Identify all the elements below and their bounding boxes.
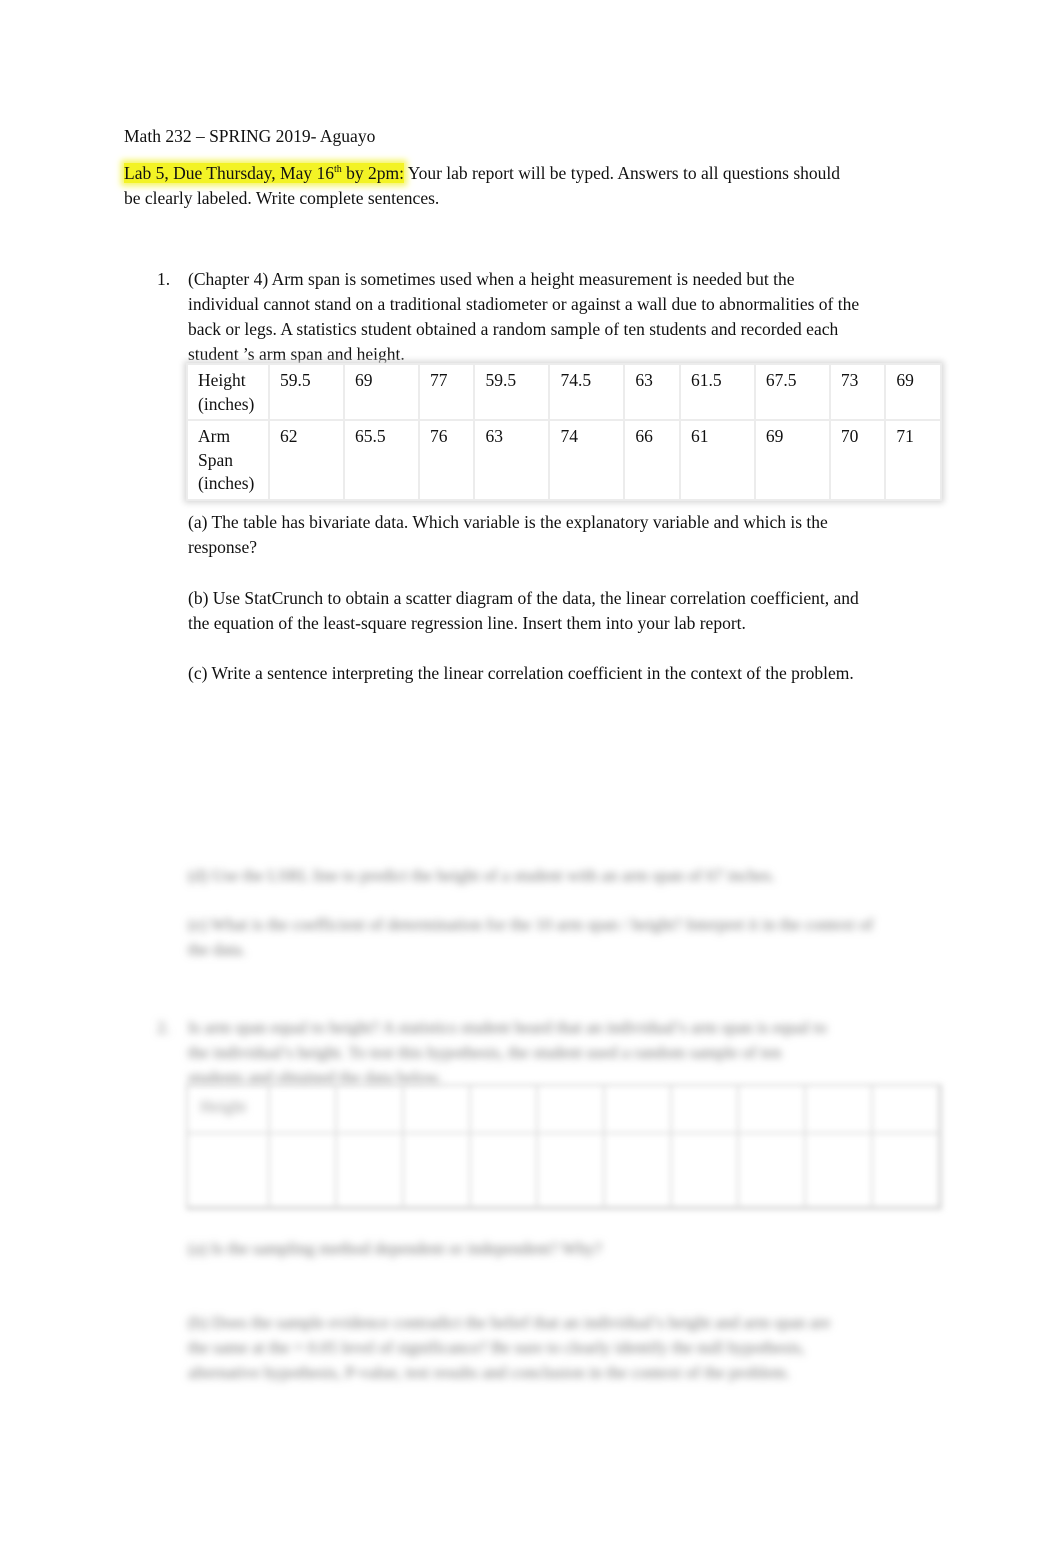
blurred-cell	[873, 1086, 940, 1134]
due-time-text: by 2pm:	[341, 163, 404, 183]
blurred-cell	[806, 1134, 873, 1208]
label-line: Arm	[198, 426, 231, 446]
course-header: Math 232 – SPRING 2019- Aguayo	[124, 126, 376, 146]
question-1b: (b) Use StatCrunch to obtain a scatter d…	[188, 586, 933, 636]
blurred-cell	[404, 1086, 471, 1134]
label-line: Height	[198, 370, 246, 390]
question-1c: (c) Write a sentence interpreting the li…	[188, 661, 933, 686]
blurred-cell	[672, 1086, 739, 1134]
table-cell: 63	[473, 419, 551, 501]
blurred-cell	[270, 1134, 337, 1208]
instructions-text: Your lab report will be typed. Answers t…	[403, 163, 840, 183]
blurred-cell	[739, 1086, 806, 1134]
table-cell: 70	[828, 419, 887, 501]
blurred-line: alternative hypothesis, P-value, test re…	[188, 1363, 790, 1382]
table-cell: 61.5	[678, 363, 756, 421]
blurred-question-1d: (d) Use the LSRL line to predict the hei…	[188, 866, 776, 885]
blurred-line: the same at the = 0.05 level of signific…	[188, 1338, 805, 1357]
instructions-text-2: be clearly labeled. Write complete sente…	[124, 188, 440, 208]
blurred-question-2: Is arm span equal to height? A statistic…	[188, 1015, 827, 1090]
row-label-arm-span: Arm Span (inches)	[186, 419, 270, 501]
blurred-line: Is arm span equal to height? A statistic…	[188, 1018, 827, 1037]
blurred-cell	[538, 1086, 605, 1134]
blurred-question-number: 2.	[157, 1018, 170, 1037]
table-cell: 71	[884, 419, 942, 501]
arm-span-height-table: Height (inches) 59.5 69 77 59.5 74.5 63 …	[186, 363, 942, 501]
label-line: (inches)	[198, 473, 255, 493]
blurred-line: the individual’s height. To test this hy…	[188, 1043, 782, 1062]
prompt-line: back or legs. A statistics student obtai…	[188, 319, 839, 339]
row-label-height: Height (inches)	[186, 363, 270, 421]
blurred-cell	[873, 1134, 940, 1208]
table-cell: 59.5	[473, 363, 551, 421]
table-cell: 63	[623, 363, 681, 421]
table-cell: 61	[678, 419, 756, 501]
table-cell: 66	[623, 419, 681, 501]
table-cell: 74	[548, 419, 626, 501]
blurred-question-2a: (a) Is the sampling method dependent or …	[188, 1239, 603, 1258]
label-line: Span	[198, 449, 233, 470]
blurred-cell	[337, 1086, 404, 1134]
part-line: (c) Write a sentence interpreting the li…	[188, 663, 854, 683]
blurred-cell	[471, 1086, 538, 1134]
table-cell: 73	[828, 363, 887, 421]
ordinal-suffix: th	[333, 164, 342, 175]
table-cell: 74.5	[548, 363, 626, 421]
question-1-prompt: (Chapter 4) Arm span is sometimes used w…	[188, 267, 928, 367]
prompt-line: individual cannot stand on a traditional…	[188, 294, 860, 314]
blurred-cell	[471, 1134, 538, 1208]
blurred-question-2b: (b) Does the sample evidence contradict …	[188, 1310, 830, 1385]
blurred-cell	[337, 1134, 404, 1208]
part-line: response?	[188, 537, 258, 557]
part-line: the equation of the least-square regress…	[188, 613, 746, 633]
label-line: (inches)	[198, 393, 255, 414]
blurred-line: the data.	[188, 940, 246, 959]
question-number: 1.	[157, 269, 171, 289]
blurred-cell	[806, 1086, 873, 1134]
table-cell: 77	[417, 363, 476, 421]
table-cell: 69	[884, 363, 942, 421]
prompt-line: (Chapter 4) Arm span is sometimes used w…	[188, 269, 795, 289]
table-cell: 69	[342, 363, 420, 421]
part-line: (b) Use StatCrunch to obtain a scatter d…	[188, 588, 859, 608]
blurred-cell	[605, 1086, 672, 1134]
table-cell: 65.5	[342, 419, 420, 501]
blurred-table	[186, 1084, 942, 1210]
blurred-cell	[739, 1134, 806, 1208]
blurred-cell	[404, 1134, 471, 1208]
table-cell: 62	[268, 419, 345, 501]
table-row-height: Height (inches) 59.5 69 77 59.5 74.5 63 …	[186, 363, 942, 421]
blurred-cell	[270, 1086, 337, 1134]
due-date-highlight: Lab 5, Due Thursday, May 16th by 2pm:	[124, 163, 404, 183]
blurred-cell	[538, 1134, 605, 1208]
table-cell: 76	[417, 419, 476, 501]
table-cell: 59.5	[268, 363, 345, 421]
blurred-line: (b) Does the sample evidence contradict …	[188, 1313, 831, 1332]
due-date-text: Lab 5, Due Thursday, May 16	[124, 163, 334, 183]
table-row-arm-span: Arm Span (inches) 62 65.5 76 63 74 66 61…	[186, 419, 942, 501]
question-1a: (a) The table has bivariate data. Which …	[188, 510, 933, 560]
table-cell: 67.5	[753, 363, 831, 421]
table-cell: 69	[753, 419, 831, 501]
part-line: (a) The table has bivariate data. Which …	[188, 512, 828, 532]
blurred-table-row-1: Height	[200, 1097, 247, 1116]
blurred-cell	[672, 1134, 739, 1208]
blurred-line: (e) What is the coefficient of determina…	[188, 915, 874, 934]
blurred-cell	[188, 1134, 270, 1208]
lab-instructions: Lab 5, Due Thursday, May 16th by 2pm: Yo…	[124, 161, 924, 211]
blurred-question-1e: (e) What is the coefficient of determina…	[188, 912, 873, 962]
blurred-cell	[605, 1134, 672, 1208]
